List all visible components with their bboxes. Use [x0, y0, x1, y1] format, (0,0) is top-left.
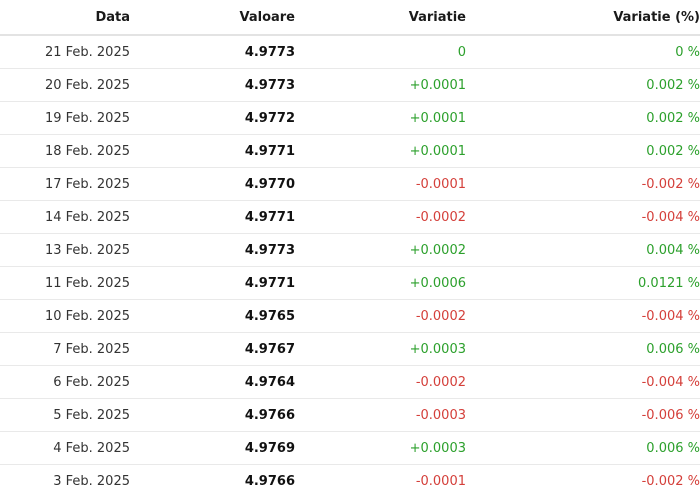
cell-value: 4.9771 [130, 200, 295, 234]
cell-value: 4.9766 [130, 398, 295, 432]
cell-change: -0.0003 [295, 398, 466, 432]
cell-change: +0.0003 [295, 431, 466, 465]
table-body: 21 Feb. 2025 4.9773 0 0 % 20 Feb. 2025 4… [0, 35, 700, 488]
cell-date: 4 Feb. 2025 [0, 431, 130, 465]
cell-value: 4.9773 [130, 68, 295, 102]
cell-change: +0.0003 [295, 332, 466, 366]
cell-date: 21 Feb. 2025 [0, 35, 130, 69]
cell-change-percent: -0.004 % [466, 299, 700, 333]
table-row: 3 Feb. 2025 4.9766 -0.0001 -0.002 % [0, 464, 700, 488]
cell-change-percent: -0.004 % [466, 365, 700, 399]
column-header-value[interactable]: Valoare [130, 0, 295, 36]
table-row: 6 Feb. 2025 4.9764 -0.0002 -0.004 % [0, 365, 700, 399]
cell-change-percent: -0.004 % [466, 200, 700, 234]
cell-change-percent: 0.002 % [466, 68, 700, 102]
cell-change-percent: 0.002 % [466, 134, 700, 168]
cell-date: 10 Feb. 2025 [0, 299, 130, 333]
cell-change: +0.0001 [295, 134, 466, 168]
table-row: 5 Feb. 2025 4.9766 -0.0003 -0.006 % [0, 398, 700, 432]
cell-change: -0.0002 [295, 200, 466, 234]
table-row: 10 Feb. 2025 4.9765 -0.0002 -0.004 % [0, 299, 700, 333]
table-row: 13 Feb. 2025 4.9773 +0.0002 0.004 % [0, 233, 700, 267]
cell-value: 4.9771 [130, 134, 295, 168]
table-row: 14 Feb. 2025 4.9771 -0.0002 -0.004 % [0, 200, 700, 234]
table-row: 20 Feb. 2025 4.9773 +0.0001 0.002 % [0, 68, 700, 102]
cell-change: -0.0001 [295, 464, 466, 488]
cell-date: 5 Feb. 2025 [0, 398, 130, 432]
cell-value: 4.9773 [130, 35, 295, 69]
cell-change-percent: -0.002 % [466, 464, 700, 488]
column-header-date[interactable]: Data [0, 0, 130, 36]
cell-change-percent: 0.002 % [466, 101, 700, 135]
cell-date: 18 Feb. 2025 [0, 134, 130, 168]
cell-date: 11 Feb. 2025 [0, 266, 130, 300]
cell-change: -0.0002 [295, 299, 466, 333]
cell-change-percent: 0.0121 % [466, 266, 700, 300]
cell-change-percent: 0 % [466, 35, 700, 69]
table-row: 19 Feb. 2025 4.9772 +0.0001 0.002 % [0, 101, 700, 135]
cell-change: +0.0002 [295, 233, 466, 267]
cell-value: 4.9772 [130, 101, 295, 135]
cell-value: 4.9764 [130, 365, 295, 399]
cell-date: 3 Feb. 2025 [0, 464, 130, 488]
table-row: 11 Feb. 2025 4.9771 +0.0006 0.0121 % [0, 266, 700, 300]
cell-change: -0.0002 [295, 365, 466, 399]
table-row: 21 Feb. 2025 4.9773 0 0 % [0, 35, 700, 69]
cell-date: 7 Feb. 2025 [0, 332, 130, 366]
cell-value: 4.9767 [130, 332, 295, 366]
cell-change: -0.0001 [295, 167, 466, 201]
cell-value: 4.9766 [130, 464, 295, 488]
column-header-change[interactable]: Variatie [295, 0, 466, 36]
cell-date: 13 Feb. 2025 [0, 233, 130, 267]
cell-change: +0.0001 [295, 68, 466, 102]
cell-change: +0.0001 [295, 101, 466, 135]
cell-value: 4.9770 [130, 167, 295, 201]
cell-date: 14 Feb. 2025 [0, 200, 130, 234]
cell-change-percent: 0.006 % [466, 431, 700, 465]
cell-value: 4.9773 [130, 233, 295, 267]
cell-date: 17 Feb. 2025 [0, 167, 130, 201]
cell-change-percent: -0.006 % [466, 398, 700, 432]
cell-value: 4.9765 [130, 299, 295, 333]
cell-date: 19 Feb. 2025 [0, 101, 130, 135]
cell-value: 4.9771 [130, 266, 295, 300]
exchange-rate-table: Data Valoare Variatie Variatie (%) 21 Fe… [0, 0, 700, 488]
cell-change-percent: 0.006 % [466, 332, 700, 366]
cell-change: +0.0006 [295, 266, 466, 300]
table-header-row: Data Valoare Variatie Variatie (%) [0, 0, 700, 36]
cell-value: 4.9769 [130, 431, 295, 465]
cell-change-percent: -0.002 % [466, 167, 700, 201]
column-header-change-percent[interactable]: Variatie (%) [466, 0, 700, 36]
table-row: 18 Feb. 2025 4.9771 +0.0001 0.002 % [0, 134, 700, 168]
cell-change: 0 [295, 35, 466, 69]
table-row: 17 Feb. 2025 4.9770 -0.0001 -0.002 % [0, 167, 700, 201]
cell-change-percent: 0.004 % [466, 233, 700, 267]
table-row: 7 Feb. 2025 4.9767 +0.0003 0.006 % [0, 332, 700, 366]
cell-date: 20 Feb. 2025 [0, 68, 130, 102]
cell-date: 6 Feb. 2025 [0, 365, 130, 399]
table-row: 4 Feb. 2025 4.9769 +0.0003 0.006 % [0, 431, 700, 465]
